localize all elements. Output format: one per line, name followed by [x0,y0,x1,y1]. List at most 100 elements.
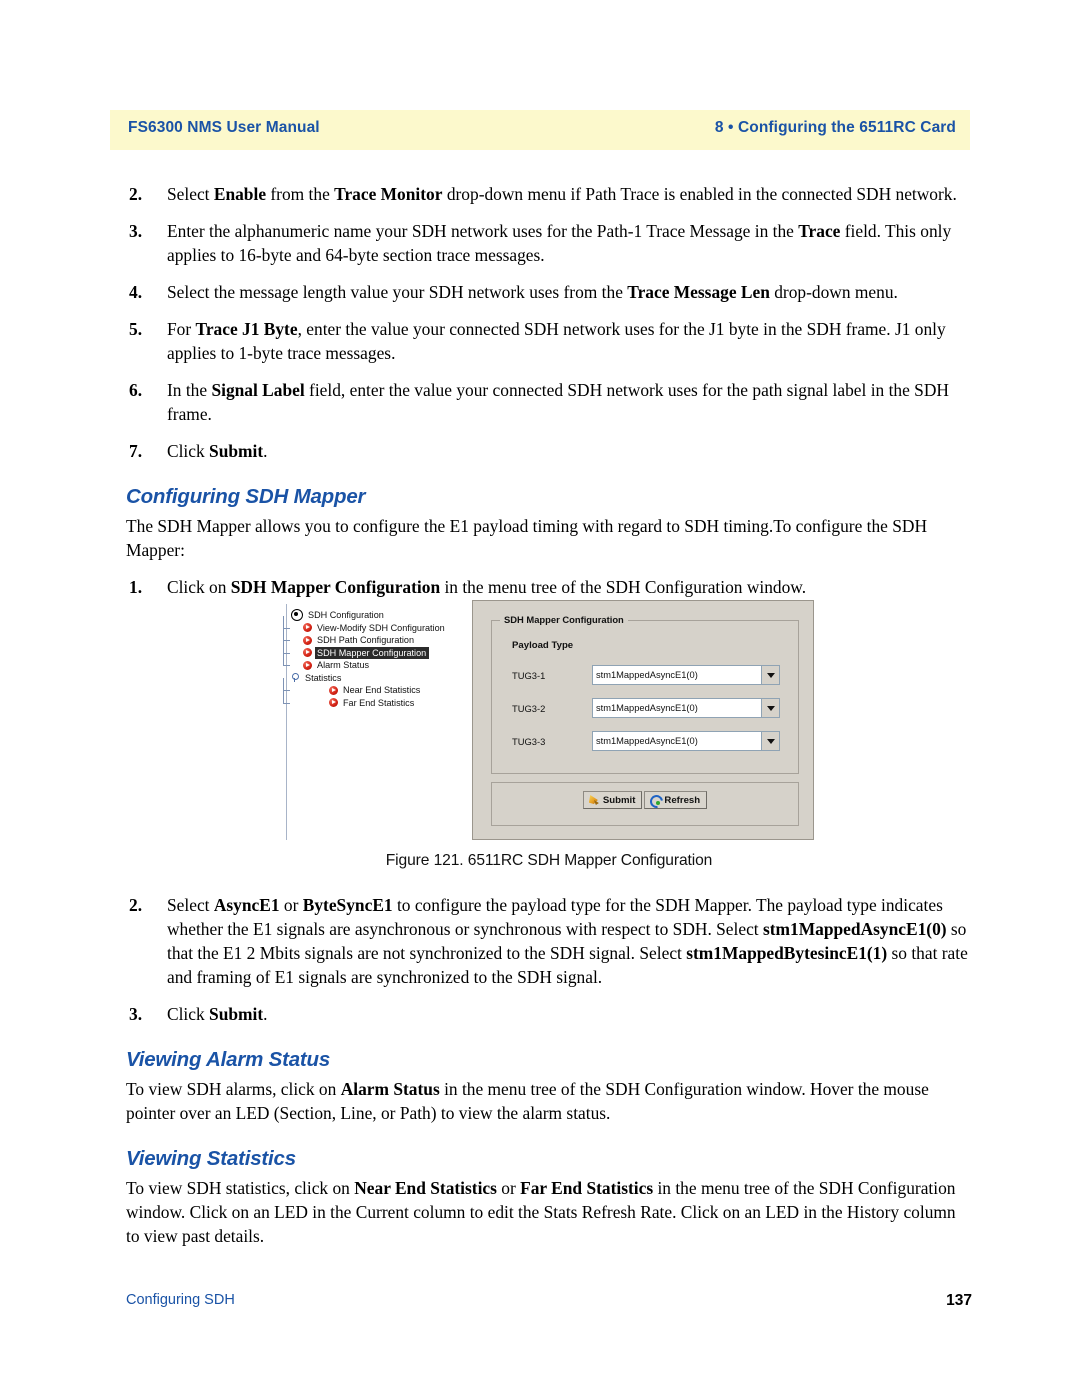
figure-121: SDH Configuration View-Modify SDH Configu… [126,600,972,890]
section-viewing-alarm-status: Viewing Alarm Status To view SDH alarms,… [126,1048,972,1125]
section-heading-configuring-sdh-mapper: Configuring SDH Mapper [126,485,366,509]
step-text: Select the message length value your SDH… [167,282,898,303]
figure-screenshot: SDH Configuration View-Modify SDH Configu… [283,600,814,840]
numbered-step-list-after-figure: 2. Select AsyncE1 or ByteSyncE1 to config… [126,893,972,1026]
red-play-icon [303,648,312,658]
step-number: 5. [129,319,143,340]
chevron-down-glyph [766,672,775,678]
emphasis: Trace Monitor [334,184,443,204]
payload-type-row: TUG3-2 stm1MappedAsyncE1(0) [512,698,780,718]
payload-type-label: Payload Type [512,640,574,651]
step-number: 1. [129,577,143,598]
step-number: 6. [129,380,143,401]
panel-inner: SDH Mapper Configuration Payload Type TU… [481,608,805,832]
emphasis: Trace [798,221,841,242]
submit-button[interactable]: Submit [582,791,643,809]
payload-type-dropdown-value[interactable]: stm1MappedAsyncE1(0) [592,698,762,718]
numbered-step: 3. Click Submit. [126,1002,972,1026]
chevron-down-glyph [766,705,775,711]
menu-tree-item-view-modify-sdh-configuration[interactable]: View-Modify SDH Configuration [283,615,445,635]
refresh-circular-arrow-icon [649,794,661,806]
menu-tree-item-label: View-Modify SDH Configuration [317,622,445,633]
red-play-icon [329,685,338,695]
payload-type-dropdown[interactable]: stm1MappedAsyncE1(0) [592,698,780,718]
tree-connector-horizontal [283,702,290,704]
menu-tree-item-label: Far End Statistics [343,697,415,708]
tree-connector-vertical [283,690,284,703]
emphasis: SDH Mapper Configuration [230,577,441,598]
numbered-step-mapper-1: 1. Click on SDH Mapper Configuration in t… [126,575,972,599]
menu-tree-item-label: SDH Configuration [308,610,384,620]
emphasis: Near End Statistics [354,1178,497,1199]
footer-page-number: 137 [946,1292,972,1309]
emphasis: Submit [209,441,264,462]
groupbox-title: SDH Mapper Configuration [500,614,628,625]
step-text: Click Submit. [167,441,268,462]
chevron-down-icon[interactable] [762,665,780,685]
emphasis: Far End Statistics [520,1178,654,1199]
emphasis: Signal Label [211,380,305,401]
footer-section-name: Configuring SDH [126,1292,235,1308]
page-footer: Configuring SDH 137 [126,1292,972,1314]
figure-caption: Figure 121. 6511RC SDH Mapper Configurat… [385,852,713,869]
numbered-step: 5. For Trace J1 Byte, enter the value you… [126,317,972,365]
header-manual-title: FS6300 NMS User Manual [128,119,320,136]
menu-tree-item-label: SDH Mapper Configuration [315,646,430,659]
tree-connector-vertical [283,615,284,628]
step-text: Enter the alphanumeric name your SDH net… [167,221,952,266]
emphasis: stm1MappedBytesincE1(1) [686,943,888,964]
emphasis: ByteSyncE1 [302,895,393,915]
menu-tree-item-label: Statistics [305,672,342,683]
step-number: 3. [129,221,143,242]
red-play-icon [329,698,338,708]
numbered-step: 4. Select the message length value your S… [126,280,972,304]
step-number: 7. [129,441,143,462]
refresh-button[interactable]: Refresh [644,791,708,809]
submit-pen-icon [588,794,600,806]
step-text: For Trace J1 Byte, enter the value your … [167,319,946,364]
header-chapter-title: 8 • Configuring the 6511RC Card [714,119,956,136]
upper-content: 2. Select Enable from the Trace Monitor d… [126,182,972,612]
tree-connector-vertical [283,628,284,641]
step-number: 2. [129,895,143,915]
refresh-button-label: Refresh [664,794,701,806]
tug3-label: TUG3-2 [512,703,546,714]
page-header-band: FS6300 NMS User Manual 8 • Configuring t… [110,110,970,150]
tree-connector-horizontal [283,652,290,654]
menu-tree-item-label: Alarm Status [317,660,370,670]
payload-type-dropdown-value[interactable]: stm1MappedAsyncE1(0) [592,731,762,751]
tree-connector-horizontal [283,690,290,691]
tree-connector-horizontal [283,665,290,666]
numbered-step: 2. Select Enable from the Trace Monitor d… [126,182,972,206]
step-text: In the Signal Label field, enter the val… [167,380,949,425]
menu-tree-item-sdh-configuration[interactable]: SDH Configuration [291,609,445,622]
payload-type-dropdown-value[interactable]: stm1MappedAsyncE1(0) [592,665,762,685]
menu-tree-item-far-end-statistics[interactable]: Far End Statistics [283,690,445,710]
step-number: 3. [129,1004,143,1025]
lower-content: 2. Select AsyncE1 or ByteSyncE1 to config… [126,893,972,1261]
tug3-label: TUG3-1 [512,670,546,681]
step-text: Click on SDH Mapper Configuration in the… [167,577,807,598]
numbered-step: 1. Click on SDH Mapper Configuration in t… [126,575,972,599]
menu-tree-item-alarm-status[interactable]: Alarm Status [283,653,445,672]
tree-connector-vertical [283,678,284,691]
chevron-down-icon[interactable] [762,698,780,718]
menu-tree-item-near-end-statistics[interactable]: Near End Statistics [283,678,445,697]
payload-type-dropdown[interactable]: stm1MappedAsyncE1(0) [592,731,780,751]
tree-connector-vertical [283,640,284,653]
numbered-step: 2. Select AsyncE1 or ByteSyncE1 to config… [126,893,972,989]
menu-tree-item-statistics[interactable]: Statistics [291,672,445,685]
menu-tree-item-sdh-path-configuration[interactable]: SDH Path Configuration [283,628,445,647]
button-row: Submit Refresh [492,791,798,809]
emphasis: stm1MappedAsyncE1(0) [762,919,947,940]
menu-tree-item-sdh-mapper-configuration[interactable]: SDH Mapper Configuration [283,640,445,659]
section-viewing-statistics: Viewing Statistics To view SDH statistic… [126,1147,972,1248]
section-heading-viewing-statistics: Viewing Statistics [126,1147,296,1171]
numbered-step-list-top: 2. Select Enable from the Trace Monitor d… [126,182,972,463]
section-intro-paragraph: The SDH Mapper allows you to configure t… [126,516,928,561]
numbered-step: 3. Enter the alphanumeric name your SDH n… [126,219,972,267]
viewing-statistics-paragraph: To view SDH statistics, click on Near En… [126,1178,956,1247]
sdh-configuration-menu-tree-pane: SDH Configuration View-Modify SDH Configu… [283,604,467,840]
payload-type-dropdown[interactable]: stm1MappedAsyncE1(0) [592,665,780,685]
chevron-down-icon[interactable] [762,731,780,751]
